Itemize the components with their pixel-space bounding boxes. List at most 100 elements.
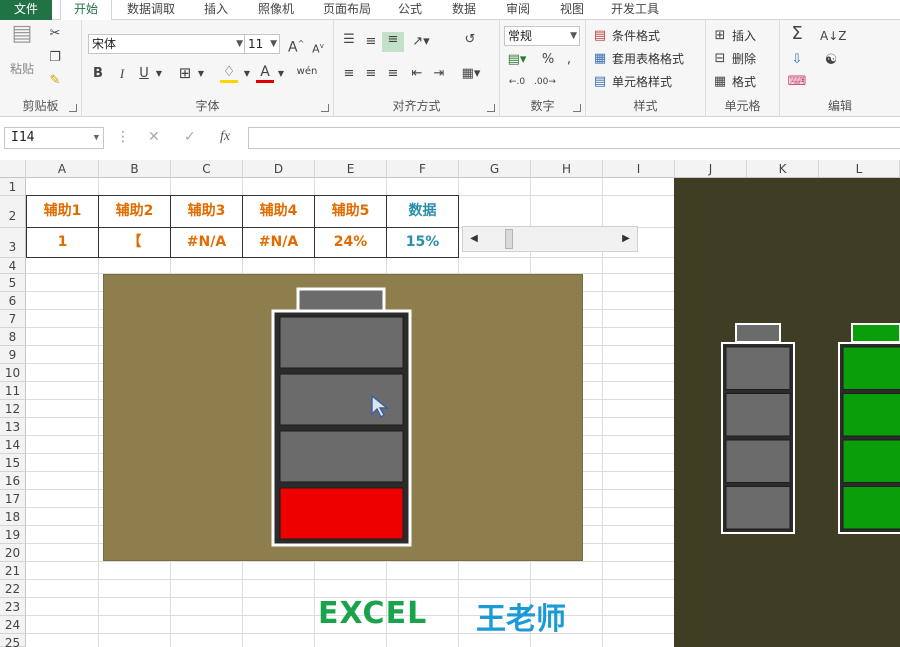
row-header-24[interactable]: 24 xyxy=(0,616,26,634)
align-right-icon[interactable]: ≡ xyxy=(384,66,402,82)
font-color-icon[interactable]: A xyxy=(256,64,274,83)
merge-center-icon[interactable]: ▦▾ xyxy=(460,66,482,82)
table-header-cell[interactable]: 辅助3 xyxy=(170,195,243,228)
tab-developer[interactable]: 开发工具 xyxy=(602,0,668,20)
tab-data-fetch[interactable]: 数据调取 xyxy=(118,0,184,20)
enter-icon[interactable]: ✓ xyxy=(184,129,196,145)
currency-icon[interactable]: ▤▾ xyxy=(506,52,528,68)
copy-icon[interactable]: ❐ xyxy=(46,50,64,66)
row-header-20[interactable]: 20 xyxy=(0,544,26,562)
column-header-l[interactable]: L xyxy=(819,160,900,178)
select-all-corner[interactable] xyxy=(0,160,26,178)
row-header-23[interactable]: 23 xyxy=(0,598,26,616)
align-bottom-icon[interactable]: ≡ xyxy=(382,32,404,52)
table-header-cell[interactable]: 辅助1 xyxy=(26,195,99,228)
row-header-16[interactable]: 16 xyxy=(0,472,26,490)
table-value-cell[interactable]: 24% xyxy=(314,227,387,258)
font-launcher-icon[interactable] xyxy=(321,104,329,112)
column-header-d[interactable]: D xyxy=(243,160,315,178)
orientation-icon[interactable]: ↗▾ xyxy=(410,34,432,50)
row-header-9[interactable]: 9 xyxy=(0,346,26,364)
row-header-13[interactable]: 13 xyxy=(0,418,26,436)
column-header-h[interactable]: H xyxy=(531,160,603,178)
column-header-g[interactable]: G xyxy=(459,160,531,178)
tab-page-layout[interactable]: 页面布局 xyxy=(316,0,378,20)
cancel-icon[interactable]: ✕ xyxy=(148,129,160,145)
insert-cells-button[interactable]: 插入 xyxy=(732,28,756,44)
row-header-10[interactable]: 10 xyxy=(0,364,26,382)
cut-icon[interactable]: ✂ xyxy=(46,26,64,42)
italic-button[interactable]: I xyxy=(114,66,130,82)
chevron-down-icon[interactable]: ▼ xyxy=(242,66,252,82)
battery-chart[interactable] xyxy=(103,274,583,561)
scroll-thumb[interactable] xyxy=(504,229,513,249)
comma-style-icon[interactable]: , xyxy=(564,52,574,68)
column-header-j[interactable]: J xyxy=(675,160,747,178)
row-header-5[interactable]: 5 xyxy=(0,274,26,292)
scroll-bar-control[interactable]: ◀ ▶ xyxy=(462,226,638,252)
delete-cells-icon[interactable]: ⊟ xyxy=(712,51,728,67)
table-header-cell[interactable]: 数据 xyxy=(386,195,459,228)
format-as-table-icon[interactable]: ▦ xyxy=(592,51,608,67)
column-header-a[interactable]: A xyxy=(26,160,99,178)
increase-decimal-icon[interactable]: ←.0 xyxy=(506,74,528,90)
tab-insert[interactable]: 插入 xyxy=(196,0,236,20)
table-value-cell[interactable]: 15% xyxy=(386,227,459,258)
percent-button[interactable]: % xyxy=(540,52,556,68)
row-header-12[interactable]: 12 xyxy=(0,400,26,418)
shrink-font-icon[interactable]: Av xyxy=(310,38,326,58)
row-header-15[interactable]: 15 xyxy=(0,454,26,472)
table-header-cell[interactable]: 辅助2 xyxy=(98,195,171,228)
number-launcher-icon[interactable] xyxy=(573,104,581,112)
format-cells-icon[interactable]: ▦ xyxy=(712,74,728,90)
conditional-formatting-button[interactable]: 条件格式 xyxy=(612,28,660,44)
column-header-b[interactable]: B xyxy=(99,160,171,178)
tab-review[interactable]: 审阅 xyxy=(498,0,538,20)
row-header-7[interactable]: 7 xyxy=(0,310,26,328)
table-value-cell[interactable]: 1 xyxy=(26,227,99,258)
column-header-e[interactable]: E xyxy=(315,160,387,178)
row-header-22[interactable]: 22 xyxy=(0,580,26,598)
insert-cells-icon[interactable]: ⊞ xyxy=(712,28,728,44)
phonetic-icon[interactable]: wén xyxy=(296,64,318,80)
row-header-21[interactable]: 21 xyxy=(0,562,26,580)
row-header-11[interactable]: 11 xyxy=(0,382,26,400)
autosum-icon[interactable]: Σ xyxy=(786,25,808,43)
column-header-c[interactable]: C xyxy=(171,160,243,178)
scroll-right-icon[interactable]: ▶ xyxy=(621,231,631,247)
tab-file[interactable]: 文件 xyxy=(0,0,52,20)
table-header-cell[interactable]: 辅助5 xyxy=(314,195,387,228)
tab-formulas[interactable]: 公式 xyxy=(390,0,430,20)
align-left-icon[interactable]: ≡ xyxy=(340,66,358,82)
increase-indent-icon[interactable]: ⇥ xyxy=(430,66,448,82)
format-as-table-button[interactable]: 套用表格格式 xyxy=(612,51,684,67)
format-painter-icon[interactable]: ✎ xyxy=(46,73,64,89)
sort-filter-icon[interactable]: A↓Z xyxy=(820,28,846,44)
borders-icon[interactable]: ⊞ xyxy=(176,65,194,81)
table-value-cell[interactable]: 【 xyxy=(98,227,171,258)
align-top-icon[interactable]: ☰ xyxy=(340,32,358,48)
chevron-down-icon[interactable]: ▼ xyxy=(196,66,206,82)
clipboard-launcher-icon[interactable] xyxy=(69,104,77,112)
clear-icon[interactable]: ⌨ xyxy=(786,74,808,90)
row-header-6[interactable]: 6 xyxy=(0,292,26,310)
tab-view[interactable]: 视图 xyxy=(552,0,592,20)
tab-home[interactable]: 开始 xyxy=(60,0,112,21)
cell-styles-button[interactable]: 单元格样式 xyxy=(612,74,672,90)
align-center-icon[interactable]: ≡ xyxy=(362,66,380,82)
number-format-select[interactable]: 常规 ▼ xyxy=(504,26,580,46)
paste-icon[interactable]: ▤ xyxy=(8,23,36,56)
row-header-8[interactable]: 8 xyxy=(0,328,26,346)
row-header-17[interactable]: 17 xyxy=(0,490,26,508)
tab-camera[interactable]: 照像机 xyxy=(250,0,302,20)
chevron-down-icon[interactable]: ▼ xyxy=(276,66,286,82)
table-value-cell[interactable]: #N/A xyxy=(170,227,243,258)
row-header-1[interactable]: 1 xyxy=(0,178,26,196)
row-header-14[interactable]: 14 xyxy=(0,436,26,454)
column-header-f[interactable]: F xyxy=(387,160,459,178)
scroll-left-icon[interactable]: ◀ xyxy=(469,231,479,247)
row-header-4[interactable]: 4 xyxy=(0,258,26,274)
chevron-down-icon[interactable]: ▼ xyxy=(154,66,164,82)
column-header-k[interactable]: K xyxy=(747,160,819,178)
conditional-formatting-icon[interactable]: ▤ xyxy=(592,28,608,44)
